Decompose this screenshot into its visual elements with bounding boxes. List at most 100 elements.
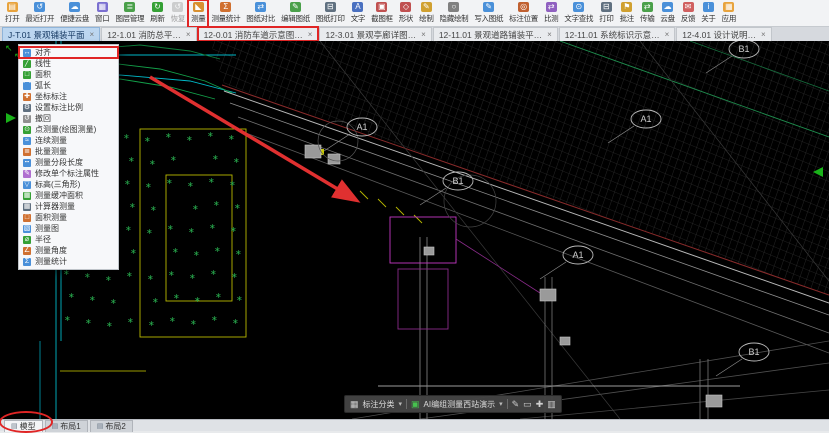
menu-item-segment-length[interactable]: ┅测量分段长度 [19, 157, 118, 168]
elevation-icon: ▽ [23, 181, 31, 189]
toolbar-item-find-text[interactable]: ⊙文字查找 [561, 0, 596, 27]
toolbar-item-label: 传输 [640, 13, 654, 24]
toolbar-item-open[interactable]: ▤打开 [2, 0, 22, 27]
toolbar-item-cloud-drive[interactable]: ☁便捷云盘 [57, 0, 92, 27]
toolbar-item-compare[interactable]: ⇄图纸对比 [243, 0, 278, 27]
toolbar-item-refresh[interactable]: ↻刷新 [147, 0, 167, 27]
layout-tab-model[interactable]: ▤模型 [4, 420, 43, 432]
menu-item-label: 测量角度 [35, 245, 67, 256]
category-label[interactable]: 标注分类 [363, 399, 395, 410]
menu-item-batch-measure[interactable]: ≣批量测量 [19, 146, 118, 157]
toolbar-item-layers[interactable]: ≣图层管理 [112, 0, 147, 27]
menu-item-linear[interactable]: ╱线性 [19, 58, 118, 69]
drawing-tab-3[interactable]: 12-3.01 景观亭廊详图…× [319, 27, 431, 41]
menu-item-arc-length[interactable]: ⌒弧长 [19, 80, 118, 91]
menu-item-label: 点测量(绘图测量) [35, 124, 96, 135]
toolbar-item-feedback[interactable]: ✉反馈 [678, 0, 698, 27]
measure-set-label[interactable]: AI编组测量西站演示 [424, 399, 496, 410]
menu-item-elevation[interactable]: ▽标高(三角形) [19, 179, 118, 190]
toolbar-item-note[interactable]: ⚑批注 [617, 0, 637, 27]
close-tab-icon[interactable]: × [308, 30, 313, 39]
toolbar-item-text[interactable]: A文字 [348, 0, 368, 27]
layout-tab-layout2[interactable]: ▤布局2 [90, 420, 133, 432]
axis-bubble-B1: B1 [716, 343, 769, 376]
layout-tab-layout1[interactable]: ▤布局1 [45, 420, 88, 432]
drawing-tab-6[interactable]: 12-4.01 设计说明…× [676, 27, 771, 41]
toolbar-item-print[interactable]: ⊟打印 [596, 0, 616, 27]
close-tab-icon[interactable]: × [186, 30, 191, 39]
drawing-tab-0[interactable]: J-T.01 景观铺装平面× [2, 27, 100, 41]
chevron-down-icon[interactable]: ▾ [399, 400, 403, 408]
tree-symbol: ∗ [145, 181, 152, 190]
toolbar-item-measure-stats[interactable]: Σ测量统计 [208, 0, 243, 27]
point-measure-icon: ⊙ [23, 126, 31, 134]
menu-item-continuous-measure[interactable]: ≈连续测量 [19, 135, 118, 146]
toolbar-item-compare-measure[interactable]: ⇄比测 [541, 0, 561, 27]
menu-item-label: 半径 [35, 234, 51, 245]
close-tab-icon[interactable]: × [547, 30, 552, 39]
toolbar-item-apps[interactable]: ▦应用 [719, 0, 739, 27]
tree-symbol: ∗ [170, 154, 177, 163]
close-tab-icon[interactable]: × [665, 30, 670, 39]
menu-item-modify-annotation[interactable]: ✎修改单个标注属性 [19, 168, 118, 179]
menu-item-buffer-area[interactable]: ▦测量缓冲面积 [19, 190, 118, 201]
menu-item-scale-setting[interactable]: ⚙设置标注比例 [19, 102, 118, 113]
drawing-tab-5[interactable]: 12-11.01 系统标识示意…× [559, 27, 675, 41]
menu-item-label: 测量分段长度 [35, 157, 83, 168]
frame-select-icon[interactable]: ▭ [523, 397, 532, 411]
layers-panel-icon[interactable]: ▥ [547, 397, 556, 411]
tree-symbol: ∗ [125, 224, 132, 233]
layers-icon: ≣ [124, 2, 135, 12]
drawing-tab-1[interactable]: 12-1.01 消防总平…× [101, 27, 196, 41]
toolbar-item-transfer[interactable]: ⇄传输 [637, 0, 657, 27]
drawing-tab-2[interactable]: 12-0.01 消防车道示意图…× [198, 27, 319, 41]
canvas-area[interactable]: ∗∗∗∗∗∗∗∗∗∗∗∗∗∗∗∗∗∗∗∗∗∗∗∗∗∗∗∗∗∗∗∗∗∗∗∗∗∗∗∗… [0, 41, 829, 419]
menu-item-calculator[interactable]: ▦计算器测量 [19, 201, 118, 212]
cad-canvas[interactable]: ∗∗∗∗∗∗∗∗∗∗∗∗∗∗∗∗∗∗∗∗∗∗∗∗∗∗∗∗∗∗∗∗∗∗∗∗∗∗∗∗… [0, 41, 829, 419]
toolbar-item-about[interactable]: i关于 [698, 0, 718, 27]
batch-measure-icon: ≣ [23, 148, 31, 156]
close-tab-icon[interactable]: × [761, 30, 766, 39]
menu-item-area-measure[interactable]: □面积测量 [19, 212, 118, 223]
menu-item-label: 面积测量 [35, 212, 67, 223]
menu-item-point-measure[interactable]: ⊙ 点测量(绘图测量) [19, 124, 118, 135]
menu-item-measure-statistics[interactable]: Σ测量统计 [19, 256, 118, 267]
toolbar-item-measure[interactable]: ◣测量 [188, 0, 208, 27]
close-tab-icon[interactable]: × [421, 30, 426, 39]
toolbar-item-write[interactable]: ✎写入图纸 [471, 0, 506, 27]
toolbar-item-label: 形状 [399, 13, 413, 24]
menu-item-measure-map[interactable]: ▧ 测量图 [19, 223, 118, 234]
toolbar-item-window[interactable]: ▦窗口 [92, 0, 112, 27]
move-icon[interactable]: ✚ [536, 397, 544, 411]
menu-item-align[interactable]: ↔对齐 [19, 47, 118, 58]
measure-set-icon: ▣ [411, 397, 420, 411]
menu-item-coordinate[interactable]: ✚坐标标注 [19, 91, 118, 102]
toolbar-item-recent[interactable]: ↺最近打开 [22, 0, 57, 27]
toolbar-item-draw[interactable]: ✎绘制 [416, 0, 436, 27]
menu-item-angle[interactable]: ∠测量角度 [19, 245, 118, 256]
toolbar-item-annotation-position[interactable]: ◎标注位置 [506, 0, 541, 27]
toolbar-item-print-drawing[interactable]: ⊟图纸打印 [313, 0, 348, 27]
continuous-measure-icon: ≈ [23, 137, 31, 145]
toolbar-item-hide-draw[interactable]: ○隐藏绘制 [437, 0, 472, 27]
menu-item-undo[interactable]: ↺撤回 [19, 113, 118, 124]
write-icon: ✎ [483, 2, 494, 12]
toolbar-item-label: 测量 [191, 13, 205, 24]
edit-icon[interactable]: ✎ [512, 397, 520, 411]
axis-bubble-label: B1 [452, 176, 463, 186]
toolbar-item-cloud[interactable]: ☁云盘 [657, 0, 677, 27]
menu-item-label: 计算器测量 [35, 201, 75, 212]
toolbar-item-restore[interactable]: ↺恢复 [168, 0, 188, 27]
toolbar-item-shape[interactable]: ◇形状 [396, 0, 416, 27]
menu-item-radius[interactable]: ⌀半径 [19, 234, 118, 245]
note-icon: ⚑ [621, 2, 632, 12]
drawing-tab-4[interactable]: 12-11.01 景观道路铺装平…× [433, 27, 558, 41]
menu-item-area[interactable]: □面积 [19, 69, 118, 80]
toolbar-item-screenshot[interactable]: ▣截图框 [368, 0, 396, 27]
tree-symbol: ∗ [150, 204, 157, 213]
chevron-down-icon[interactable]: ▾ [499, 400, 503, 408]
close-tab-icon[interactable]: × [90, 30, 95, 39]
measure-map-icon: ▧ [23, 225, 31, 233]
toolbar-item-edit-drawing[interactable]: ✎编辑图纸 [278, 0, 313, 27]
menu-item-label: 测量图 [35, 223, 59, 234]
